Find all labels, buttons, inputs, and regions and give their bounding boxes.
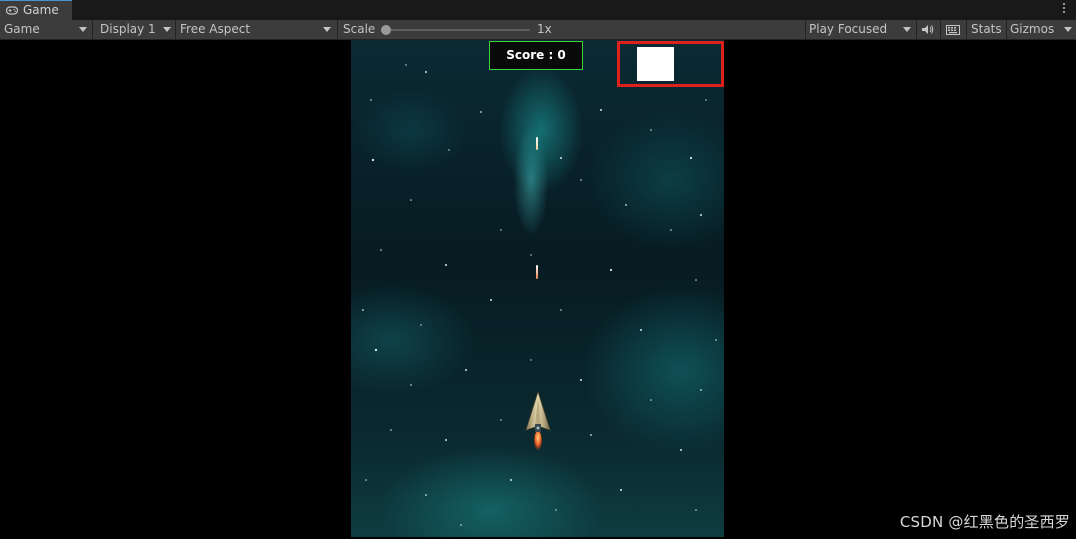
- speaker-icon: [922, 25, 934, 34]
- view-type-dropdown[interactable]: Game: [4, 20, 88, 39]
- aspect-value: Free Aspect: [180, 22, 251, 36]
- divider: [940, 20, 941, 39]
- divider: [916, 20, 917, 39]
- chevron-down-icon: [1064, 27, 1072, 32]
- divider: [805, 20, 806, 39]
- game-viewport[interactable]: Score : 0: [351, 40, 724, 537]
- divider: [337, 20, 338, 39]
- gizmos-button[interactable]: Gizmos: [1010, 20, 1072, 39]
- mute-audio-button[interactable]: [920, 20, 938, 39]
- unity-editor-window: Game Game Display 1 Free Aspect Scale 1x…: [0, 0, 1076, 539]
- bullet: [536, 265, 538, 279]
- annotation-highlight: [617, 41, 724, 87]
- scale-slider-thumb[interactable]: [381, 25, 391, 35]
- player-spaceship: [525, 391, 551, 453]
- tab-game[interactable]: Game: [0, 0, 72, 20]
- starfield-background: [362, 59, 717, 526]
- divider: [966, 20, 967, 39]
- scale-label: Scale: [343, 22, 376, 36]
- bullet: [536, 137, 538, 150]
- scale-slider-track[interactable]: [384, 29, 530, 31]
- watermark-text: CSDN @红黑色的圣西罗: [899, 513, 1070, 531]
- more-options-icon[interactable]: [1062, 3, 1066, 17]
- shortcuts-button[interactable]: [945, 20, 963, 39]
- divider: [1006, 20, 1007, 39]
- chevron-down-icon: [163, 27, 171, 32]
- chevron-down-icon: [323, 27, 331, 32]
- display-dropdown[interactable]: Display 1: [100, 20, 172, 39]
- play-mode-value: Play Focused: [809, 22, 888, 36]
- keyboard-icon: [946, 25, 960, 35]
- divider: [92, 20, 93, 39]
- gizmos-label: Gizmos: [1010, 22, 1055, 36]
- play-mode-dropdown[interactable]: Play Focused: [809, 20, 915, 39]
- stats-button[interactable]: Stats: [971, 20, 1004, 39]
- display-value: Display 1: [100, 22, 156, 36]
- game-toolbar: Game Display 1 Free Aspect Scale 1x Play…: [0, 20, 1076, 40]
- score-display: Score : 0: [489, 41, 583, 70]
- aspect-dropdown[interactable]: Free Aspect: [180, 20, 334, 39]
- tab-bar: Game: [0, 0, 1076, 20]
- tab-label: Game: [23, 3, 59, 17]
- view-type-value: Game: [4, 22, 40, 36]
- scale-value: 1x: [537, 22, 552, 36]
- gamepad-icon: [6, 6, 18, 15]
- chevron-down-icon: [79, 27, 87, 32]
- divider: [175, 20, 176, 39]
- chevron-down-icon: [903, 27, 911, 32]
